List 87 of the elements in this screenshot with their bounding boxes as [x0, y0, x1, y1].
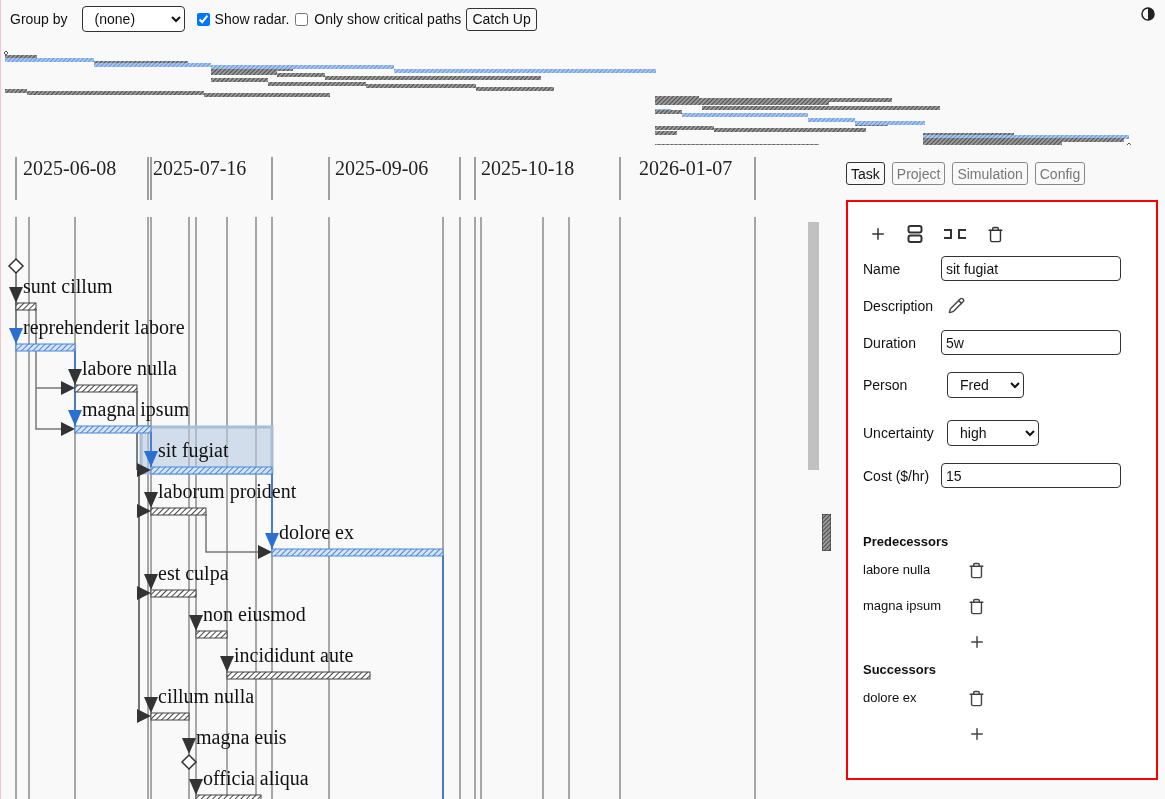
- panel-tab[interactable]: Task: [846, 162, 885, 185]
- task-label[interactable]: officia aliqua: [203, 767, 309, 789]
- dependency-arrowhead-icon: [61, 381, 75, 395]
- contrast-icon[interactable]: [1141, 7, 1155, 21]
- task-label[interactable]: sunt cillum: [23, 275, 113, 297]
- down-arrow-icon: [189, 615, 203, 631]
- bracket-link-icon[interactable]: [943, 228, 967, 240]
- task-label[interactable]: sit fugiat: [158, 439, 229, 461]
- panel-tab[interactable]: Simulation: [952, 162, 1028, 185]
- dependency-arrowhead-icon: [137, 586, 151, 600]
- linked-task-name: dolore ex: [863, 688, 918, 707]
- down-arrow-icon: [68, 369, 82, 385]
- down-arrow-icon: [189, 779, 203, 795]
- task-bar[interactable]: [150, 507, 207, 516]
- down-arrow-icon: [144, 697, 158, 713]
- section-heading: Predecessors: [863, 532, 950, 551]
- task-bar[interactable]: [15, 302, 37, 311]
- milestone-diamond-icon[interactable]: [7, 257, 25, 275]
- linked-task-name: labore nulla: [863, 560, 932, 579]
- catch-up-button[interactable]: Catch Up: [466, 7, 537, 31]
- date-label: 2025-06-08: [23, 157, 117, 179]
- split-icon[interactable]: [907, 225, 923, 243]
- critical-paths-checkbox[interactable]: [295, 12, 309, 26]
- text-field[interactable]: 15: [941, 463, 1121, 488]
- add-icon[interactable]: [968, 725, 986, 743]
- field-label: Duration: [863, 333, 917, 353]
- task-label[interactable]: reprehenderit labore: [23, 316, 185, 338]
- field-label: Person: [863, 376, 909, 395]
- down-arrow-icon: [9, 328, 23, 344]
- down-arrow-icon: [68, 410, 82, 426]
- date-label: 2026-01-07: [639, 157, 733, 179]
- task-bar[interactable]: [195, 630, 228, 639]
- field-label: Description: [863, 296, 935, 316]
- task-label[interactable]: magna euis: [196, 726, 287, 748]
- field-label: Cost ($/hr): [863, 466, 931, 486]
- task-label[interactable]: magna ipsum: [82, 398, 190, 420]
- pencil-icon[interactable]: [948, 297, 965, 314]
- date-label: 2025-09-06: [335, 157, 429, 179]
- field-label: Name: [863, 259, 902, 279]
- down-arrow-icon: [144, 492, 158, 508]
- task-bar[interactable]: [226, 671, 371, 680]
- task-bar[interactable]: [195, 794, 262, 799]
- task-bar[interactable]: [74, 384, 138, 393]
- panel-tab[interactable]: Project: [891, 162, 946, 185]
- task-bar[interactable]: [150, 589, 197, 598]
- dependency-arrowhead-icon: [61, 422, 75, 436]
- milestone-diamond-icon[interactable]: [180, 753, 198, 771]
- date-label: 2025-07-16: [153, 157, 247, 179]
- date-label: 2025-10-18: [481, 157, 575, 179]
- delete-icon[interactable]: [968, 689, 985, 707]
- down-arrow-icon: [182, 738, 196, 754]
- panel-tab[interactable]: Config: [1034, 162, 1086, 185]
- add-icon[interactable]: [968, 633, 986, 651]
- show-radar-label: Show radar.: [214, 10, 290, 29]
- show-radar-checkbox[interactable]: [196, 12, 210, 26]
- critical-paths-label: Only show critical paths: [314, 10, 462, 29]
- minimap-marker-icon: [822, 514, 831, 551]
- delete-icon[interactable]: [987, 225, 1004, 243]
- task-label[interactable]: cillum nulla: [158, 685, 255, 707]
- group-by-select[interactable]: (none): [81, 6, 185, 32]
- task-label[interactable]: non eiusmod: [203, 603, 306, 625]
- down-arrow-icon: [144, 574, 158, 590]
- dependency-arrowhead-icon: [137, 504, 151, 518]
- task-label[interactable]: labore nulla: [82, 357, 177, 379]
- delete-icon[interactable]: [968, 597, 985, 615]
- add-icon[interactable]: [869, 225, 887, 243]
- section-heading: Successors: [863, 660, 937, 679]
- down-arrow-icon: [9, 287, 23, 303]
- down-arrow-icon: [265, 533, 279, 549]
- dependency-arrowhead-icon: [137, 709, 151, 723]
- task-label[interactable]: est culpa: [158, 562, 229, 584]
- delete-icon[interactable]: [968, 561, 985, 579]
- down-arrow-icon: [144, 451, 158, 467]
- dependency-arrowhead-icon: [258, 545, 272, 559]
- text-field[interactable]: sit fugiat: [941, 256, 1121, 281]
- task-label[interactable]: dolore ex: [279, 521, 354, 543]
- linked-task-name: magna ipsum: [863, 596, 943, 615]
- scrollbar-thumb[interactable]: [808, 222, 819, 470]
- task-label[interactable]: incididunt aute: [234, 644, 354, 666]
- group-by-label: Group by: [10, 10, 68, 29]
- field-label: Uncertainty: [863, 424, 935, 443]
- dropdown-select[interactable]: high: [947, 420, 1039, 446]
- task-bar[interactable]: [150, 712, 190, 721]
- dropdown-select[interactable]: Fred: [947, 372, 1024, 398]
- dependency-arrowhead-icon: [137, 463, 151, 477]
- down-arrow-icon: [220, 656, 234, 672]
- text-field[interactable]: 5w: [941, 330, 1121, 355]
